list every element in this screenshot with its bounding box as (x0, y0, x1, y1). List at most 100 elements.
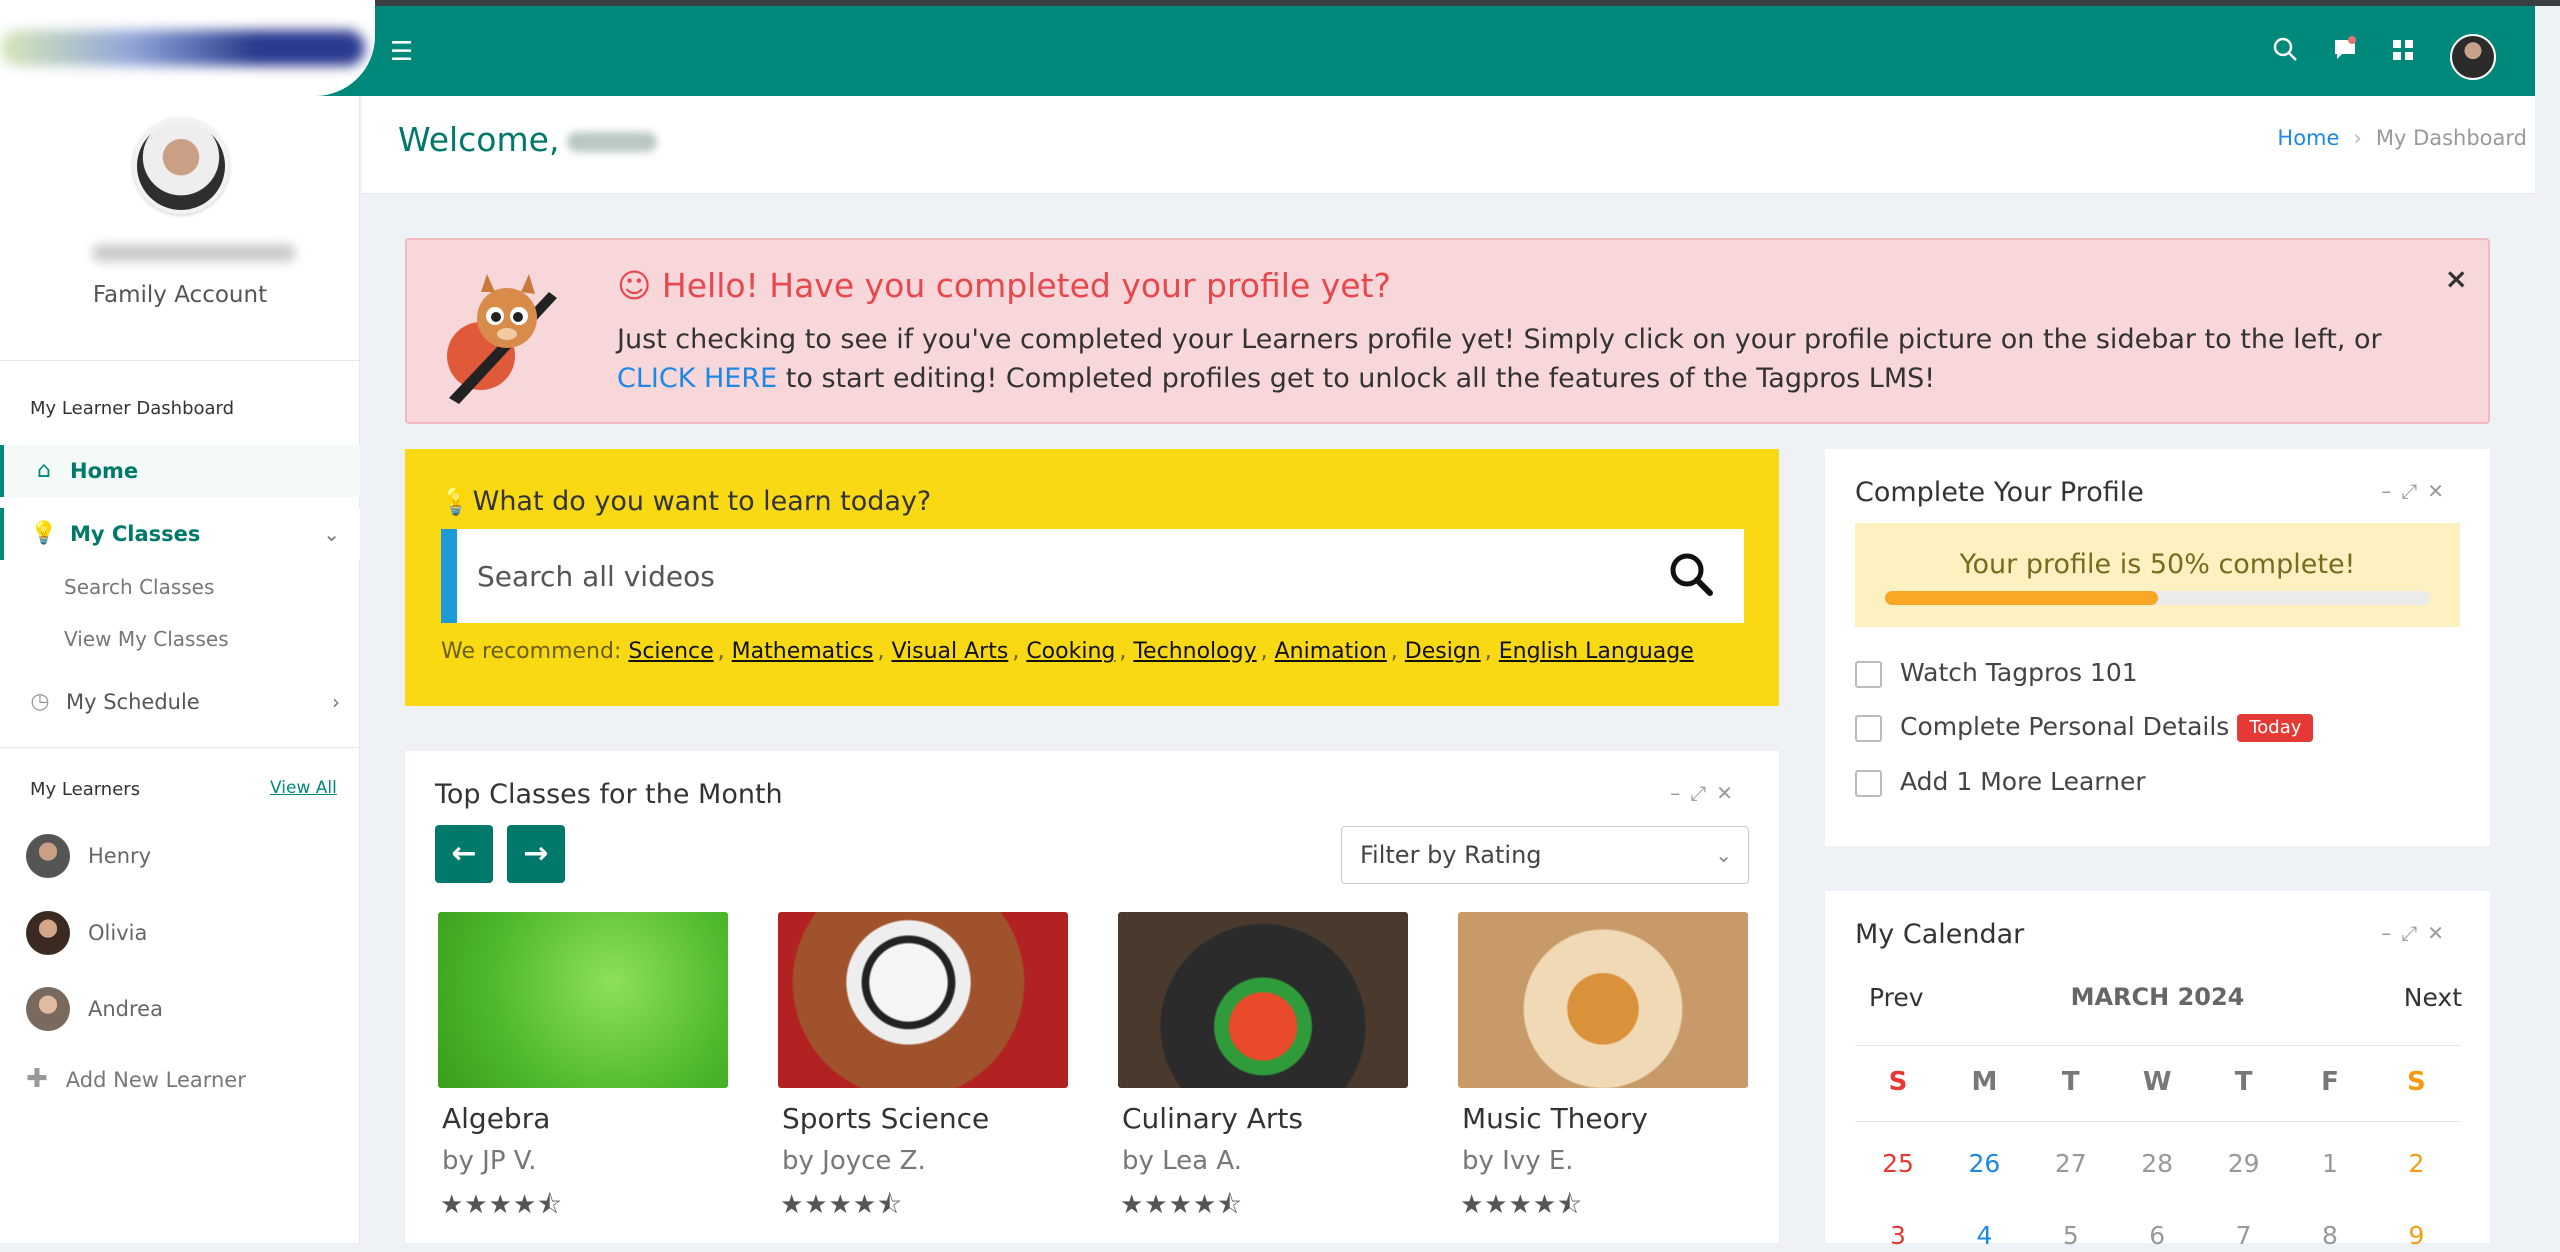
learner-item-henry[interactable]: Henry (26, 834, 346, 878)
alert-title-text: Hello! Have you completed your profile y… (661, 266, 1392, 305)
apps-grid-icon[interactable] (2386, 36, 2420, 70)
calendar-next-button[interactable]: Next (2404, 983, 2462, 1012)
expand-icon[interactable]: ⤢ (2401, 921, 2427, 945)
avatar (26, 834, 70, 878)
close-icon[interactable]: ✕ (1716, 781, 1743, 805)
topic-link-visual-arts[interactable]: Visual Arts (891, 639, 1008, 664)
learner-item-olivia[interactable]: Olivia (26, 911, 346, 955)
calendar-day[interactable]: 4 (1941, 1221, 2027, 1250)
mascot-icon (447, 274, 557, 404)
topic-link-english-language[interactable]: English Language (1499, 639, 1694, 664)
minimize-icon[interactable]: – (2381, 921, 2401, 945)
calendar-day[interactable]: 27 (2028, 1149, 2114, 1178)
chevron-right-icon: › (332, 690, 340, 714)
chevron-down-icon: ⌄ (323, 522, 340, 546)
lightbulb-icon: 💡 (439, 486, 473, 517)
calendar-day[interactable]: 1 (2287, 1149, 2373, 1178)
clock-icon: ◷ (30, 689, 50, 714)
alert-body: Just checking to see if you've completed… (617, 320, 2447, 398)
calendar-day[interactable]: 3 (1855, 1221, 1941, 1250)
profile-alert: ☺ Hello! Have you completed your profile… (405, 238, 2490, 424)
topic-link-technology[interactable]: Technology (1133, 639, 1256, 664)
next-button[interactable]: → (507, 825, 565, 883)
expand-icon[interactable]: ⤢ (2401, 479, 2427, 503)
minimize-icon[interactable]: – (1670, 781, 1690, 805)
logo[interactable] (0, 0, 375, 96)
avatar (26, 911, 70, 955)
search-icon[interactable] (1666, 549, 1716, 599)
close-icon[interactable]: × (2445, 262, 2468, 295)
topic-link-design[interactable]: Design (1405, 639, 1481, 664)
calendar-month: MARCH 2024 (2070, 983, 2245, 1011)
checkbox[interactable] (1855, 769, 1882, 797)
class-card-sports-science[interactable]: Sports Science by Joyce Z. ★★★★⯪ (778, 912, 1068, 1252)
add-new-learner-button[interactable]: ✚ Add New Learner (26, 1064, 246, 1094)
welcome-text: Welcome, (398, 120, 560, 159)
avatar (26, 987, 70, 1031)
calendar-day[interactable]: 26 (1941, 1149, 2027, 1178)
close-icon[interactable]: ✕ (2427, 921, 2454, 945)
sidebar-subitem-search-classes[interactable]: Search Classes (64, 575, 214, 599)
top-classes-card: Top Classes for the Month –⤢✕ ← → Filter… (405, 751, 1779, 1243)
minimize-icon[interactable]: – (2381, 479, 2401, 503)
sidebar-item-label: Home (70, 459, 139, 483)
class-card-algebra[interactable]: Algebra by JP V. ★★★★⯪ (438, 912, 728, 1252)
calendar-day[interactable]: 7 (2201, 1221, 2287, 1250)
profile-avatar[interactable] (133, 118, 229, 214)
top-bar: ☰ (0, 6, 2535, 96)
search-input[interactable] (477, 529, 1657, 623)
class-name: Algebra (442, 1102, 551, 1135)
class-author: by Ivy E. (1462, 1146, 1574, 1176)
profile-name-redacted (92, 244, 296, 262)
calendar-day[interactable]: 5 (2028, 1221, 2114, 1250)
home-icon: ⌂ (37, 458, 51, 483)
breadcrumb-home-link[interactable]: Home (2277, 126, 2339, 150)
user-avatar[interactable] (2450, 34, 2496, 80)
learner-item-andrea[interactable]: Andrea (26, 987, 346, 1031)
task-watch-tagpros[interactable]: Watch Tagpros 101 (1855, 658, 2138, 688)
calendar-day[interactable]: 25 (1855, 1149, 1941, 1178)
learner-name: Andrea (88, 997, 163, 1021)
task-add-learner[interactable]: Add 1 More Learner (1855, 767, 2146, 797)
weekday-label: S (1888, 1067, 1908, 1097)
class-card-culinary-arts[interactable]: Culinary Arts by Lea A. ★★★★⯪ (1118, 912, 1408, 1252)
page-header: Welcome, Home › My Dashboard (362, 96, 2535, 194)
close-icon[interactable]: ✕ (2427, 479, 2454, 503)
sidebar-subitem-view-my-classes[interactable]: View My Classes (64, 627, 229, 651)
filter-by-rating-select[interactable]: Filter by Rating ⌄ (1341, 826, 1749, 884)
checkbox[interactable] (1855, 660, 1882, 688)
sidebar-item-my-classes[interactable]: 💡 My Classes ⌄ (0, 508, 360, 560)
calendar-card: My Calendar –⤢✕ Prev MARCH 2024 Next SMT… (1825, 891, 2490, 1250)
calendar-day[interactable]: 29 (2201, 1149, 2287, 1178)
class-card-music-theory[interactable]: Music Theory by Ivy E. ★★★★⯪ (1458, 912, 1748, 1252)
weekday-label: T (2234, 1067, 2253, 1097)
topic-link-science[interactable]: Science (628, 639, 713, 664)
chat-icon[interactable] (2328, 36, 2362, 70)
prev-button[interactable]: ← (435, 825, 493, 883)
calendar-day[interactable]: 9 (2373, 1221, 2459, 1250)
sidebar-item-my-schedule[interactable]: ◷ My Schedule › (0, 676, 360, 728)
search-icon[interactable] (2268, 36, 2302, 70)
recommend-label: We recommend: (441, 639, 622, 664)
sidebar-item-label: My Classes (70, 522, 201, 546)
checkbox[interactable] (1855, 714, 1882, 742)
sidebar-item-home[interactable]: ⌂ Home (0, 445, 360, 497)
hamburger-icon[interactable]: ☰ (390, 39, 416, 65)
calendar-day[interactable]: 28 (2114, 1149, 2200, 1178)
calendar-day[interactable]: 2 (2373, 1149, 2459, 1178)
calendar-day[interactable]: 8 (2287, 1221, 2373, 1250)
task-personal-details[interactable]: Complete Personal Details Today (1855, 712, 2314, 742)
class-name: Culinary Arts (1122, 1102, 1303, 1135)
topic-link-animation[interactable]: Animation (1275, 639, 1387, 664)
learn-title: 💡What do you want to learn today? (439, 485, 931, 517)
topic-link-mathematics[interactable]: Mathematics (732, 639, 874, 664)
weekday-label: S (2407, 1067, 2426, 1097)
plus-icon: ✚ (26, 1064, 48, 1094)
calendar-day[interactable]: 6 (2114, 1221, 2200, 1250)
filter-label: Filter by Rating (1360, 841, 1542, 869)
view-all-link[interactable]: View All (270, 778, 337, 798)
topic-link-cooking[interactable]: Cooking (1026, 639, 1115, 664)
click-here-link[interactable]: CLICK HERE (617, 363, 777, 394)
expand-icon[interactable]: ⤢ (1690, 781, 1716, 805)
alert-title: ☺ Hello! Have you completed your profile… (617, 266, 1391, 305)
